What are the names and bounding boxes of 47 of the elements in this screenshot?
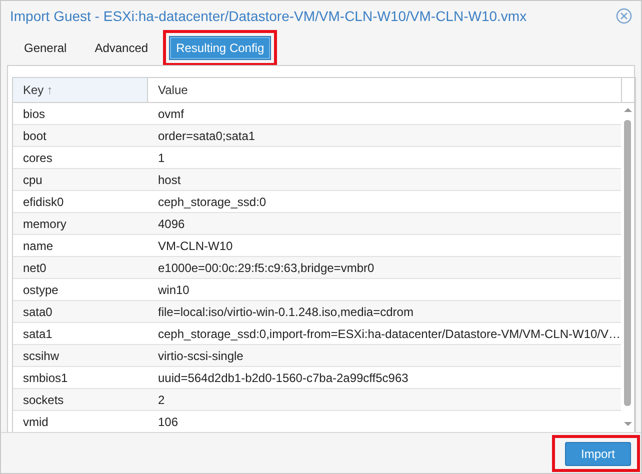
scroll-up-icon[interactable]	[624, 108, 632, 112]
scrollbar-thumb[interactable]	[624, 120, 631, 406]
table-row[interactable]: net0 e1000e=00:0c:29:f5:c9:63,bridge=vmbr0	[13, 257, 621, 279]
table-row[interactable]: vmid 106	[13, 411, 621, 432]
table-cell-text: virtio-scsi-single	[157, 348, 244, 362]
table-cell-text: 4096	[157, 216, 186, 230]
window-title: Import Guest - ESXi:ha-datacenter/Datastore-VM/VM-CLN-W10/VM-CLN-W10.vmx	[10, 8, 528, 24]
table-row[interactable]: cpu host	[13, 169, 621, 191]
table-cell-text: ostype	[22, 282, 60, 296]
table-cell-text: file=local:iso/virtio-win-0.1.248.iso,media=cdrom	[157, 304, 414, 318]
table-cell-text: order=sata0;sata1	[157, 128, 256, 142]
table-cell-text: host	[157, 172, 182, 186]
scroll-down-icon[interactable]	[624, 422, 632, 426]
table-cell-text: smbios1	[22, 370, 69, 384]
table-cell-text: 106	[157, 414, 180, 428]
table-cell-text: sata1	[22, 326, 54, 340]
table-row[interactable]: sata0 file=local:iso/virtio-win-0.1.248.iso,media=cdrom	[13, 301, 621, 323]
table-cell-text: efidisk0	[22, 194, 65, 208]
table-row[interactable]: scsihw virtio-scsi-single	[13, 345, 621, 367]
column-header[interactable]: Key ↑	[13, 78, 148, 102]
tab[interactable]: General	[17, 36, 74, 60]
table-cell-text: name	[22, 238, 54, 252]
table-row[interactable]: memory 4096	[13, 213, 621, 235]
table-cell-text: uuid=564d2db1-b2d0-1560-c7ba-2a99cff5c963	[157, 370, 410, 384]
table-cell-text: bios	[22, 106, 46, 120]
table-cell-text: ceph_storage_ssd:0,import-from=ESXi:ha-datacenter/Datastore-VM/VM-CLN-W10/V…	[157, 326, 621, 340]
table-cell-text: memory	[22, 216, 68, 230]
table-cell-text: 1	[157, 150, 166, 164]
table-cell-text: cpu	[22, 172, 44, 186]
table-row[interactable]: boot order=sata0;sata1	[13, 125, 621, 147]
table-cell-text: sata0	[22, 304, 54, 318]
table-cell-text: sockets	[22, 392, 65, 406]
close-icon[interactable]	[616, 8, 632, 24]
table-cell-text: ceph_storage_ssd:0	[157, 194, 268, 208]
table-cell-text: cores	[22, 150, 54, 164]
tab[interactable]: Advanced	[88, 36, 156, 60]
column-header[interactable]: Value	[148, 78, 622, 102]
table-cell-text: ovmf	[157, 106, 186, 120]
table-cell-text: win10	[157, 282, 190, 296]
table-cell-text: scsihw	[22, 348, 60, 362]
table-row[interactable]: sockets 2	[13, 389, 621, 411]
table-cell-text: boot	[22, 128, 48, 142]
table-cell-text: e1000e=00:0c:29:f5:c9:63,bridge=vmbr0	[157, 260, 376, 274]
table-cell-text: net0	[22, 260, 48, 274]
table-cell-text: VM-CLN-W10	[157, 238, 234, 252]
table-cell-text: vmid	[22, 414, 50, 428]
table-cell-text: 2	[157, 392, 166, 406]
